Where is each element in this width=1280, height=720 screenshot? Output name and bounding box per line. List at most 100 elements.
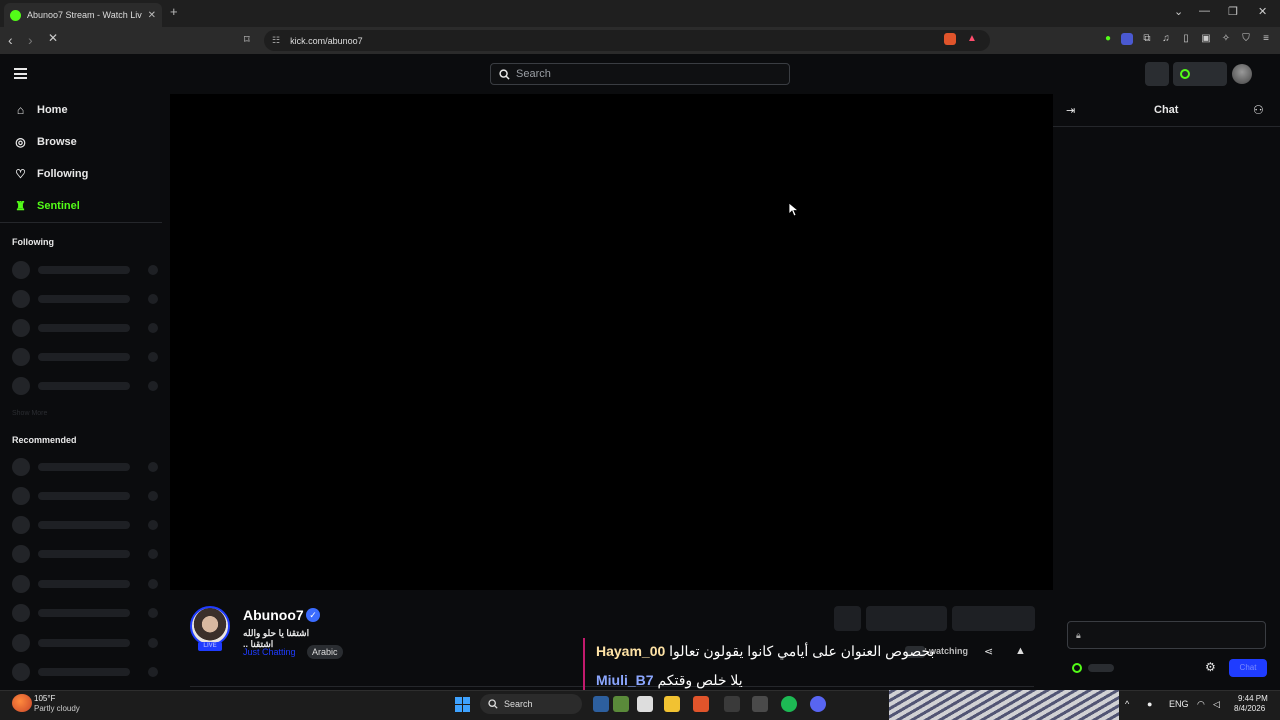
tab-title: Abunoo7 Stream - Watch Live on Kick: [27, 10, 142, 20]
recommended-heading: Recommended: [12, 435, 77, 445]
wallet-icon[interactable]: ▣: [1200, 33, 1212, 45]
discord-icon[interactable]: [810, 696, 826, 712]
category-link[interactable]: Just Chatting: [243, 647, 296, 657]
chat-settings-gear-icon[interactable]: ⚙: [1205, 660, 1216, 674]
wifi-icon[interactable]: ◠: [1197, 699, 1205, 710]
settings-gear-icon[interactable]: [724, 696, 740, 712]
brave-shield-icon[interactable]: [944, 33, 956, 45]
following-skeleton-row: [12, 289, 160, 308]
menu-hamburger-icon[interactable]: [14, 68, 27, 79]
notepad-icon[interactable]: [637, 696, 653, 712]
minimize-button[interactable]: —: [1199, 5, 1210, 17]
lock-icon: 🔒︎: [1076, 630, 1081, 640]
follow-button-placeholder[interactable]: [866, 606, 947, 631]
overlay-chat-username: Hayam_00: [596, 643, 666, 659]
recommended-skeleton-row: [12, 544, 160, 563]
recommended-skeleton-row: [12, 603, 160, 622]
recommended-skeleton-row: [12, 457, 160, 476]
recommended-skeleton-row: [12, 486, 160, 505]
mouse-cursor-icon: [789, 203, 799, 217]
following-skeleton-row: [12, 260, 160, 279]
weather-description[interactable]: Partly cloudy: [34, 704, 80, 713]
tab-search-chevron-icon[interactable]: ⌄: [1174, 5, 1183, 18]
sidebar-item-label: Home: [37, 104, 68, 116]
recommended-skeleton-row: [12, 662, 160, 681]
task-view-icon[interactable]: [593, 696, 609, 712]
microphone-icon[interactable]: ●: [1147, 699, 1152, 709]
weather-temperature[interactable]: 105°F: [34, 694, 55, 703]
close-window-button[interactable]: ✕: [1258, 5, 1267, 18]
chat-send-button[interactable]: Chat: [1229, 659, 1267, 677]
browser-menu-icon[interactable]: ≡: [1260, 33, 1272, 45]
recommended-skeleton-row: [12, 574, 160, 593]
brave-rewards-icon[interactable]: ▲: [966, 33, 978, 45]
extension-2-icon[interactable]: [1121, 33, 1133, 45]
leo-ai-icon[interactable]: ✧: [1220, 33, 1232, 45]
channel-name[interactable]: Abunoo7: [243, 607, 304, 623]
show-more-link[interactable]: Show More: [12, 410, 47, 417]
taskbar-search[interactable]: Search: [480, 694, 582, 714]
extensions-puzzle-icon[interactable]: ⧉: [1141, 33, 1153, 45]
chat-message-input[interactable]: [1067, 621, 1266, 649]
subscribe-button-placeholder[interactable]: [952, 606, 1035, 631]
site-settings-icon[interactable]: ☷: [272, 35, 280, 46]
overlay-chat-text: يلا خلص وقتكم: [657, 672, 743, 688]
sidebar-item-following[interactable]: ♡ Following: [14, 167, 88, 181]
bookmark-icon[interactable]: ⌑: [244, 33, 250, 46]
chat-users-icon[interactable]: ⚇: [1253, 103, 1264, 117]
spotify-icon[interactable]: [781, 696, 797, 712]
coin-icon[interactable]: [1072, 663, 1082, 673]
following-skeleton-row: [12, 347, 160, 366]
share-icon[interactable]: ⋖: [984, 645, 993, 658]
language-tag[interactable]: Arabic: [307, 645, 343, 659]
overlay-chat-username: Miuli_B7: [596, 672, 654, 688]
following-heading: Following: [12, 237, 54, 247]
windows-start-icon[interactable]: [455, 697, 470, 712]
clock-date[interactable]: 8/4/2026: [1234, 704, 1265, 713]
new-tab-button[interactable]: +: [170, 4, 178, 19]
maximize-button[interactable]: ❐: [1228, 5, 1238, 18]
header-button-placeholder[interactable]: [1145, 62, 1169, 86]
sidebar-item-home[interactable]: ⌂ Home: [14, 103, 68, 117]
media-controls-icon[interactable]: ♫: [1160, 33, 1172, 45]
brave-browser-icon[interactable]: [693, 696, 709, 712]
language-indicator[interactable]: ENG: [1169, 699, 1189, 709]
tray-overflow-chevron-icon[interactable]: ^: [1125, 699, 1129, 709]
search-input[interactable]: Search: [490, 63, 790, 85]
weather-icon[interactable]: [12, 694, 32, 712]
vpn-shield-icon[interactable]: ⛉: [1240, 33, 1252, 45]
overlay-chat-message: Hayam_00 بخصوص العنوان على أيامي كانوا ي…: [596, 643, 934, 660]
sidebar-item-sentinel[interactable]: ♜ Sentinel: [14, 199, 80, 213]
forward-arrow-icon[interactable]: ›: [28, 32, 33, 48]
tab-close-icon[interactable]: ✕: [148, 10, 156, 21]
taskbar-app-icon[interactable]: [613, 696, 629, 712]
user-avatar[interactable]: [1232, 64, 1252, 84]
sidebar-divider: [0, 222, 162, 223]
address-bar[interactable]: ☷ kick.com/abunoo7: [264, 30, 990, 51]
action-button-placeholder[interactable]: [834, 606, 861, 631]
heart-icon: ♡: [15, 167, 26, 181]
taskbar-app-icon[interactable]: [752, 696, 768, 712]
collapse-chat-icon[interactable]: ⇥: [1066, 104, 1075, 117]
sentinel-icon: ♜: [15, 199, 26, 213]
url-text: kick.com/abunoo7: [290, 35, 363, 46]
sidebar-item-browse[interactable]: ◎ Browse: [14, 135, 77, 149]
extension-1-icon[interactable]: ●: [1102, 33, 1114, 45]
video-player[interactable]: [170, 94, 1053, 590]
sidebar-toggle-icon[interactable]: ▯: [1180, 33, 1192, 45]
kick-coins-button[interactable]: [1173, 62, 1227, 86]
verified-badge-icon: ✓: [306, 608, 320, 622]
chat-panel: [1053, 94, 1280, 690]
volume-icon[interactable]: ◁: [1213, 699, 1220, 710]
browser-tab[interactable]: Abunoo7 Stream - Watch Live on Kick ✕: [4, 3, 162, 27]
following-skeleton-row: [12, 376, 160, 395]
chat-title: Chat: [1154, 104, 1179, 116]
file-explorer-icon[interactable]: [664, 696, 680, 712]
report-warning-icon[interactable]: ▲: [1015, 645, 1026, 657]
clock-time[interactable]: 9:44 PM: [1238, 694, 1268, 703]
channel-avatar[interactable]: [190, 606, 230, 646]
watching-label: watching: [929, 646, 969, 656]
search-icon: [488, 699, 498, 709]
stop-loading-icon[interactable]: ✕: [48, 31, 58, 45]
back-arrow-icon[interactable]: ‹: [8, 32, 13, 48]
